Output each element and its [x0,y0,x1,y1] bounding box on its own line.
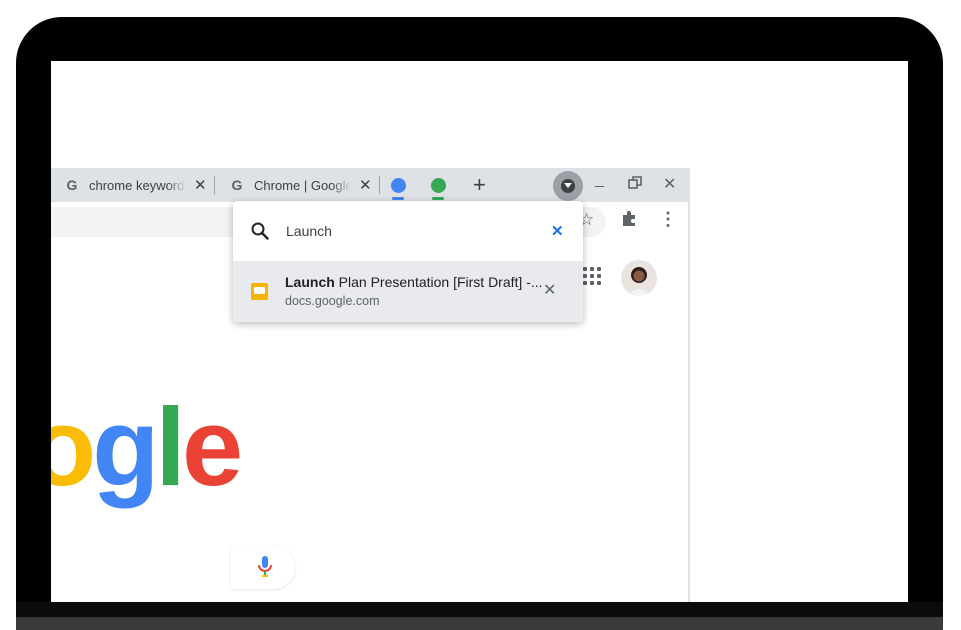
laptop-base [16,617,943,630]
chevron-down-icon [561,179,575,193]
tab-separator [379,176,380,194]
close-tab-close-icon[interactable]: ✕ [543,280,556,300]
new-tab-plus-icon[interactable]: + [473,172,486,198]
result-url: docs.google.com [285,294,380,308]
tab-search-result[interactable]: Launch Plan Presentation [First Draft] -… [233,261,583,322]
more-menu-icon[interactable]: ⋮ [659,209,677,230]
tab-title: Chrome | Google [254,177,351,193]
close-icon[interactable]: ✕ [359,176,372,194]
search-icon [251,222,269,245]
extensions-puzzle-icon[interactable] [621,210,638,232]
tab-search-button[interactable] [553,171,583,201]
laptop-screen: G chrome keywords ✕ G Chrome | Google ✕ … [51,61,908,602]
logo-letter: e [181,386,243,509]
tab-search-input-row[interactable]: Launch ✕ [233,201,583,261]
apps-grid-icon[interactable] [583,267,601,285]
google-favicon-icon: G [66,177,78,193]
tab-search-input[interactable]: Launch [286,223,332,239]
google-logo: ogle [51,393,243,503]
google-favicon-icon: G [231,177,243,193]
logo-letter: l [155,386,185,509]
result-title-match: Launch [285,274,335,290]
close-icon[interactable]: ✕ [194,176,207,194]
tab-chrome-keywords[interactable]: G chrome keywords ✕ [63,168,207,202]
tab-group-green[interactable] [431,178,446,193]
restore-icon[interactable] [628,176,642,195]
result-title: Launch Plan Presentation [First Draft] -… [285,274,543,290]
tab-group-blue[interactable] [391,178,406,193]
window-close-icon[interactable]: ✕ [663,174,676,194]
tab-group-indicator [432,197,444,200]
logo-letter: o [51,386,96,509]
tab-search-popup: Launch ✕ Launch Plan Presentation [First… [233,201,583,322]
logo-letter: g [92,386,159,509]
slides-icon [251,283,268,300]
clear-search-close-icon[interactable]: ✕ [551,222,564,240]
tab-group-indicator [392,197,404,200]
result-title-rest: Plan Presentation [First Draft] -... [334,274,543,290]
tab-strip: G chrome keywords ✕ G Chrome | Google ✕ … [51,168,688,202]
search-box-edge[interactable] [231,545,295,589]
tab-separator [214,176,215,194]
microphone-icon[interactable] [258,555,272,584]
tab-chrome-google[interactable]: G Chrome | Google ✕ [228,168,372,202]
minimize-icon[interactable]: _ [595,171,604,189]
tab-title: chrome keywords [89,177,186,193]
avatar[interactable] [621,260,657,296]
